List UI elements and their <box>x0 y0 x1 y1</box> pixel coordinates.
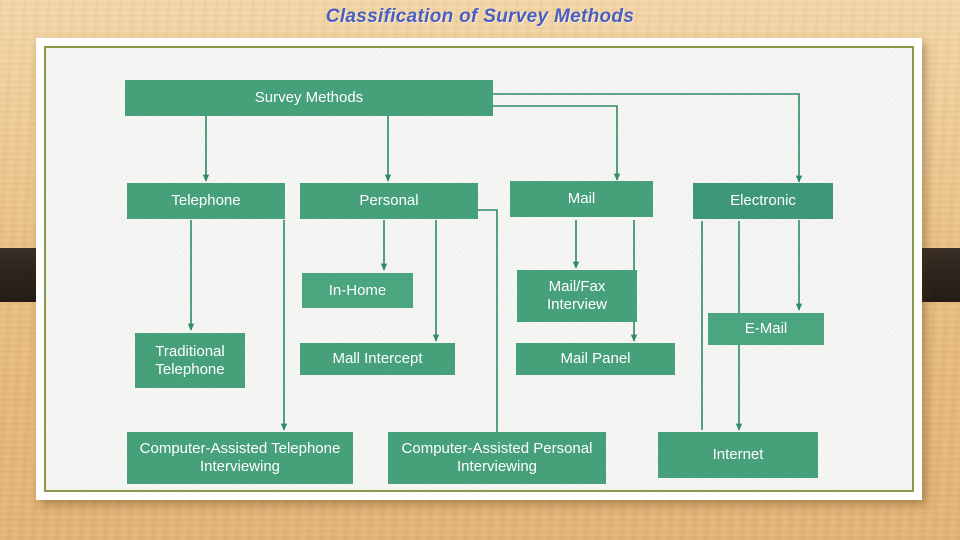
edge-personal-capi-elbow <box>478 209 498 438</box>
node-survey-methods[interactable]: Survey Methods <box>125 80 493 116</box>
survey-methods-tree-diagram: Survey Methods Telephone Personal Mail E… <box>36 38 922 500</box>
node-label: Traditional Telephone <box>155 342 225 378</box>
node-mail[interactable]: Mail <box>510 181 653 217</box>
node-label: E-Mail <box>744 320 788 338</box>
node-label: Survey Methods <box>254 89 364 107</box>
page-title: Classification of Survey Methods <box>325 6 635 27</box>
node-label: Mail/Fax Interview <box>546 278 608 313</box>
edge-root-electronic <box>493 93 803 183</box>
node-label: Computer-Assisted Telephone Interviewing <box>139 440 341 475</box>
node-label: Mail <box>567 190 596 208</box>
node-internet[interactable]: Internet <box>658 432 818 478</box>
node-cati[interactable]: Computer-Assisted Telephone Interviewing <box>127 432 353 484</box>
node-in-home[interactable]: In-Home <box>302 273 413 308</box>
node-electronic[interactable]: Electronic <box>693 183 833 219</box>
node-label: Electronic <box>730 192 796 210</box>
node-label: In-Home <box>328 281 387 299</box>
node-personal[interactable]: Personal <box>300 183 478 219</box>
node-label: Mail Panel <box>560 350 631 368</box>
node-mail-fax-interview[interactable]: Mail/Fax Interview <box>517 270 637 322</box>
node-mail-panel[interactable]: Mail Panel <box>516 343 675 375</box>
node-label: Computer-Assisted Personal Interviewing <box>401 440 593 475</box>
node-label: Telephone <box>171 192 241 210</box>
node-label: Mall Intercept <box>332 350 423 368</box>
node-label: Internet <box>712 446 764 464</box>
node-mall-intercept[interactable]: Mall Intercept <box>300 343 455 375</box>
node-telephone[interactable]: Telephone <box>127 183 285 219</box>
node-label: Personal <box>359 192 419 210</box>
node-traditional-telephone[interactable]: Traditional Telephone <box>135 333 245 388</box>
node-capi[interactable]: Computer-Assisted Personal Interviewing <box>388 432 606 484</box>
node-e-mail[interactable]: E-Mail <box>708 313 824 345</box>
edge-root-mail <box>493 105 621 181</box>
